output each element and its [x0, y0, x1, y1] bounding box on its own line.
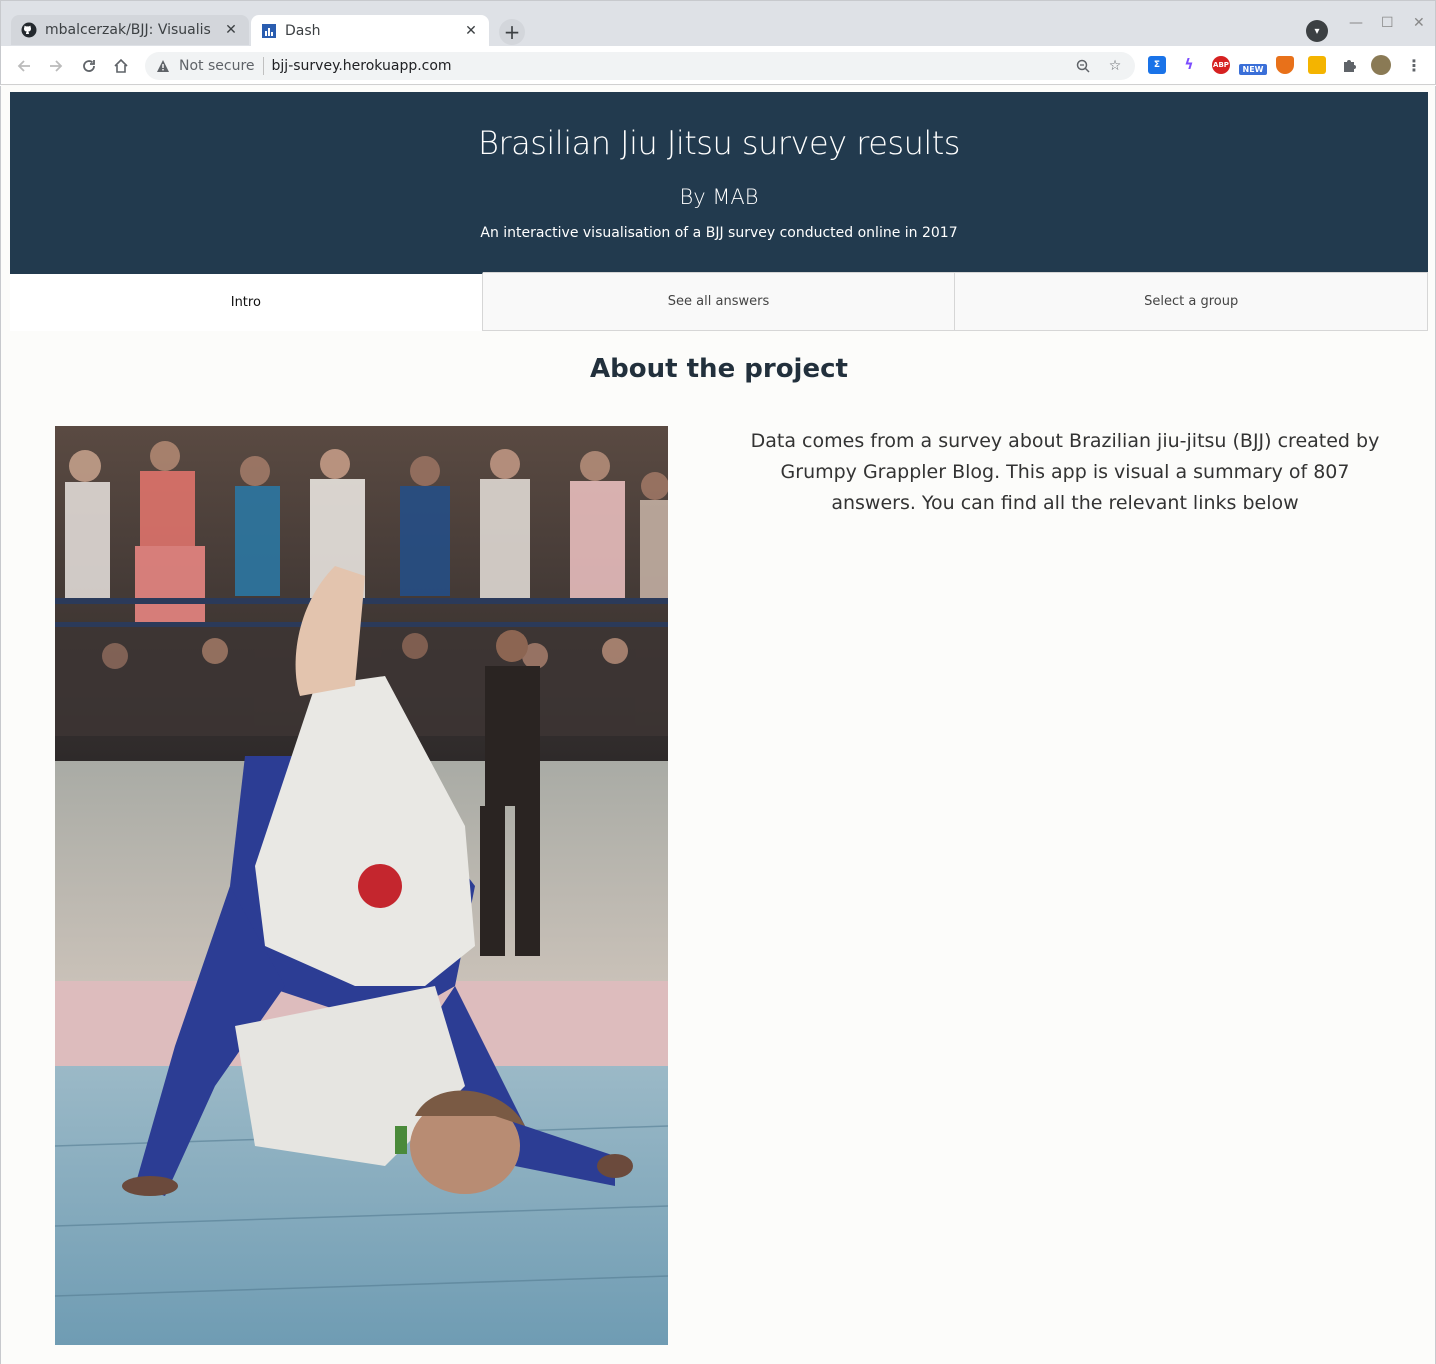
page-subtitle: An interactive visualisation of a BJJ su…	[480, 225, 958, 241]
adblock-plus-icon[interactable]: ABP	[1212, 56, 1230, 74]
tab-select-a-group[interactable]: Select a group	[955, 272, 1429, 331]
sigma-extension-icon[interactable]: Σ	[1148, 56, 1166, 74]
browser-toolbar: Not secure bjj-survey.herokuapp.com ☆ Σ …	[0, 46, 1436, 85]
new-badge-extension-icon[interactable]: NEW	[1239, 64, 1267, 75]
close-window-icon[interactable]: ✕	[1413, 15, 1425, 31]
project-description: Data comes from a survey about Brazilian…	[750, 430, 1380, 514]
bjj-match-photo	[55, 426, 668, 1345]
page-author: By MAB	[679, 185, 759, 209]
maximize-icon[interactable]: ☐	[1381, 15, 1394, 31]
close-tab-icon[interactable]: ✕	[463, 23, 479, 39]
close-tab-icon[interactable]: ✕	[223, 22, 239, 38]
browser-tab-title: Dash	[285, 23, 321, 39]
browser-tab-strip: mbalcerzak/BJJ: Visualis ✕ Dash ✕ + ▾ — …	[0, 0, 1436, 47]
browser-tab-dash[interactable]: Dash ✕	[251, 15, 489, 47]
security-label[interactable]: Not secure	[179, 58, 255, 74]
tab-search-icon[interactable]: ▾	[1306, 20, 1328, 42]
warning-icon[interactable]	[155, 59, 171, 73]
tab-see-all-answers[interactable]: See all answers	[482, 272, 956, 331]
new-tab-button[interactable]: +	[499, 19, 525, 45]
bookmark-star-icon[interactable]: ☆	[1103, 58, 1127, 74]
minimize-icon[interactable]: —	[1349, 15, 1363, 31]
github-icon	[21, 22, 37, 38]
zoom-icon[interactable]	[1071, 59, 1095, 73]
section-heading: About the project	[590, 354, 848, 384]
home-icon[interactable]	[110, 55, 132, 77]
header-banner: Brasilian Jiu Jitsu survey results By MA…	[10, 92, 1428, 272]
dash-chart-icon	[261, 23, 277, 39]
divider	[262, 57, 264, 75]
page-content: Brasilian Jiu Jitsu survey results By MA…	[0, 86, 1436, 1364]
address-bar[interactable]: Not secure bjj-survey.herokuapp.com ☆	[145, 52, 1135, 80]
tab-bar: Intro See all answers Select a group	[10, 272, 1429, 331]
forward-icon[interactable]	[45, 55, 67, 77]
browser-tab-github[interactable]: mbalcerzak/BJJ: Visualis ✕	[11, 15, 249, 45]
puzzle-icon[interactable]	[1340, 56, 1358, 74]
page-title: Brasilian Jiu Jitsu survey results	[478, 124, 960, 162]
browser-tab-title: mbalcerzak/BJJ: Visualis	[45, 22, 211, 38]
shield-extension-icon[interactable]	[1276, 56, 1294, 74]
bolt-extension-icon[interactable]: ϟ	[1180, 56, 1198, 74]
back-icon[interactable]	[13, 55, 35, 77]
avatar[interactable]	[1371, 55, 1391, 75]
flag-extension-icon[interactable]	[1308, 56, 1326, 74]
tab-intro[interactable]: Intro	[10, 272, 483, 331]
reload-icon[interactable]	[78, 55, 100, 77]
url-text[interactable]: bjj-survey.herokuapp.com	[272, 58, 1071, 74]
menu-icon[interactable]: ⋮	[1405, 56, 1423, 75]
